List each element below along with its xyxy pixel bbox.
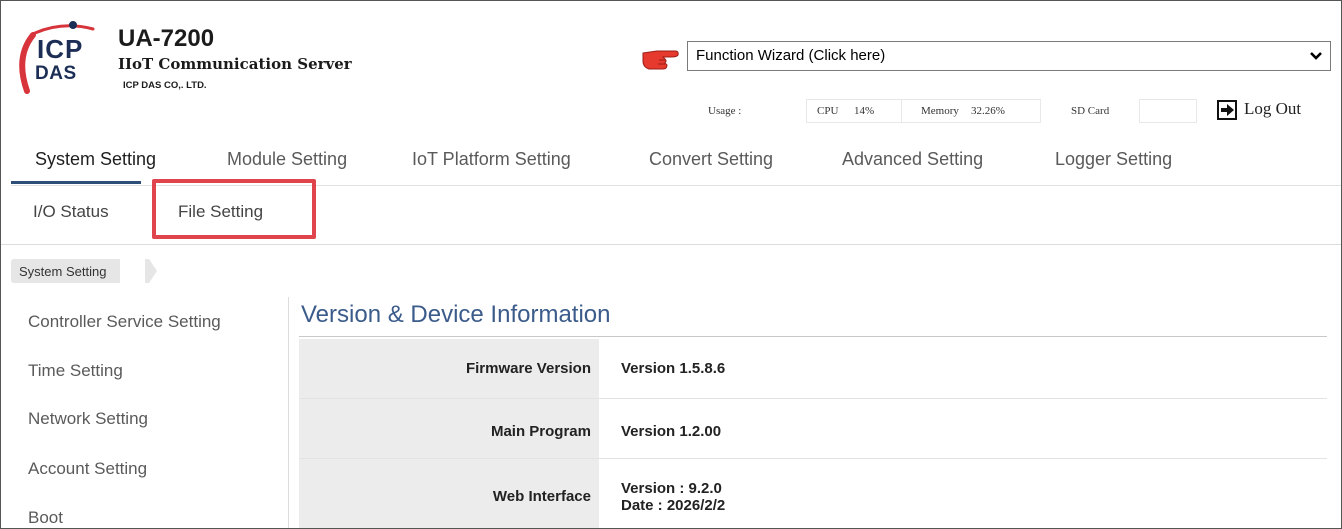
- memory-value: 32.26%: [971, 105, 1005, 117]
- function-wizard-select[interactable]: Function Wizard (Click here): [687, 41, 1331, 71]
- sidebar-divider: [288, 297, 289, 528]
- company-name: ICP DAS CO,. LTD.: [123, 80, 207, 91]
- active-tab-indicator: [11, 181, 141, 184]
- web-interface-label: Web Interface: [492, 488, 591, 505]
- page-title: Version & Device Information: [301, 301, 611, 328]
- pointing-hand-icon: [641, 43, 679, 73]
- sidebar-item-time-setting[interactable]: Time Setting: [28, 361, 123, 381]
- tab-system-setting[interactable]: System Setting: [35, 149, 156, 170]
- sub-nav-divider: [1, 244, 1341, 245]
- breadcrumb[interactable]: System Setting: [11, 259, 121, 283]
- firmware-version-label: Firmware Version: [465, 360, 591, 377]
- row-label: Firmware Version: [299, 339, 599, 398]
- version-info-table: Firmware Version Version 1.5.8.6 Main Pr…: [299, 339, 1327, 528]
- cpu-value: 14%: [854, 105, 875, 117]
- web-interface-version: Version : 9.2.0: [621, 480, 722, 497]
- product-model: UA-7200: [118, 25, 215, 52]
- tab-convert-setting[interactable]: Convert Setting: [649, 149, 773, 170]
- title-rule: [299, 336, 1327, 337]
- tab-logger-setting[interactable]: Logger Setting: [1055, 149, 1172, 170]
- memory-label: Memory: [921, 105, 959, 117]
- logout-icon[interactable]: [1217, 100, 1237, 120]
- row-value: Version 1.5.8.6: [599, 339, 1327, 398]
- function-wizard-value: Function Wizard (Click here): [696, 47, 886, 64]
- main-nav: System Setting Module Setting IoT Platfo…: [11, 133, 1341, 185]
- app-frame: ICP DAS UA-7200 IIoT Communication Serve…: [0, 0, 1342, 529]
- logo-text-das: DAS: [35, 63, 77, 84]
- row-value: Version 1.2.00: [599, 399, 1327, 458]
- cpu-label: CPU: [817, 105, 839, 117]
- table-row: Firmware Version Version 1.5.8.6: [299, 339, 1327, 399]
- main-program-value: Version 1.2.00: [621, 423, 722, 440]
- table-row: Web Interface Version : 9.2.0 Date : 202…: [299, 459, 1327, 528]
- sidebar-item-boot[interactable]: Boot: [28, 508, 63, 528]
- table-row: Main Program Version 1.2.00: [299, 399, 1327, 459]
- tab-iot-platform-setting[interactable]: IoT Platform Setting: [412, 149, 571, 170]
- icp-das-logo: ICP DAS: [13, 17, 103, 97]
- row-label: Main Program: [299, 399, 599, 458]
- firmware-version-value: Version 1.5.8.6: [621, 360, 726, 377]
- breadcrumb-arrow-icon: [145, 259, 157, 283]
- sidebar-item-network-setting[interactable]: Network Setting: [28, 409, 148, 429]
- logout-link[interactable]: Log Out: [1244, 99, 1301, 119]
- sidebar-item-account-setting[interactable]: Account Setting: [28, 459, 147, 479]
- main-program-label: Main Program: [490, 423, 591, 440]
- subtab-io-status[interactable]: I/O Status: [33, 202, 109, 222]
- tab-module-setting[interactable]: Module Setting: [227, 149, 347, 170]
- logo-text-icp: ICP: [37, 34, 84, 64]
- sidebar-item-controller-service[interactable]: Controller Service Setting: [28, 312, 221, 332]
- sd-card-value: [1139, 99, 1197, 123]
- web-interface-date: Date : 2026/2/2: [621, 497, 726, 514]
- usage-label: Usage :: [708, 105, 742, 117]
- sd-card-label: SD Card: [1071, 105, 1110, 117]
- product-subtitle: IIoT Communication Server: [118, 55, 352, 73]
- tab-advanced-setting[interactable]: Advanced Setting: [842, 149, 983, 170]
- chevron-down-icon: [1308, 46, 1324, 66]
- file-setting-highlight: [152, 179, 316, 239]
- row-label: Web Interface: [299, 459, 599, 528]
- row-value: Version : 9.2.0 Date : 2026/2/2: [599, 459, 1327, 528]
